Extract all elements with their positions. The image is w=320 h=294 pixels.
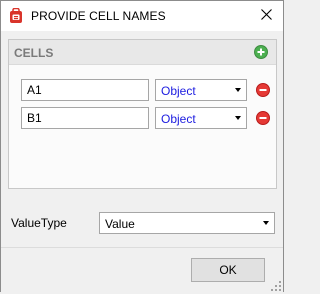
minus-circle-icon (256, 111, 270, 125)
cell-row: Object (21, 107, 271, 129)
cell-type-dropdown[interactable]: Object (155, 107, 247, 129)
cell-row: Object (21, 79, 271, 101)
cell-name-input[interactable] (21, 79, 149, 101)
value-type-label: ValueType (11, 216, 67, 230)
app-icon (9, 7, 23, 24)
value-type-dropdown[interactable]: Value (99, 212, 275, 234)
cells-panel: CELLS Object (8, 39, 277, 189)
cell-type-value: Object (161, 84, 196, 98)
window-title: PROVIDE CELL NAMES (31, 9, 166, 23)
ok-button[interactable]: OK (191, 258, 265, 282)
remove-cell-button[interactable] (255, 82, 271, 98)
chevron-down-icon (263, 221, 269, 225)
cell-type-value: Object (161, 112, 196, 126)
dialog-window: PROVIDE CELL NAMES CELLS Object (0, 0, 284, 292)
cells-title: CELLS (14, 46, 54, 60)
close-button[interactable] (249, 1, 283, 31)
remove-cell-button[interactable] (255, 110, 271, 126)
title-bar: PROVIDE CELL NAMES (1, 1, 283, 31)
cell-name-input[interactable] (21, 107, 149, 129)
add-cell-button[interactable] (253, 44, 269, 60)
resize-grip-icon[interactable] (271, 280, 281, 291)
cells-header: CELLS (9, 40, 276, 65)
cell-type-dropdown[interactable]: Object (155, 79, 247, 101)
value-type-value: Value (105, 217, 135, 231)
chevron-down-icon (235, 116, 241, 120)
close-icon (260, 9, 272, 23)
chevron-down-icon (235, 88, 241, 92)
plus-circle-icon (254, 45, 268, 59)
dialog-footer: OK (1, 247, 283, 292)
minus-circle-icon (256, 83, 270, 97)
